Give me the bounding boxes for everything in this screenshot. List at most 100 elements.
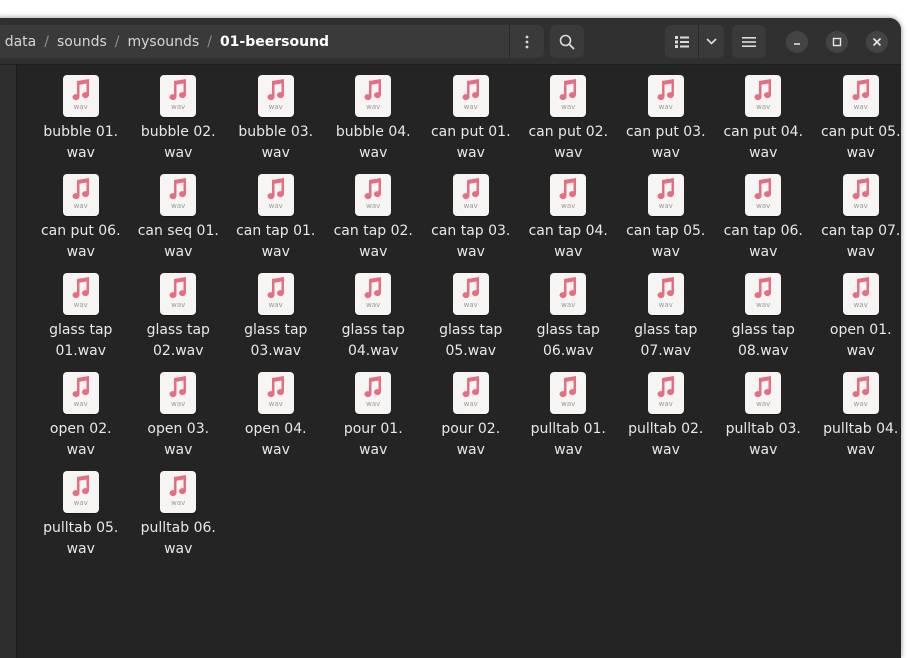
maximize-button[interactable]	[826, 31, 848, 53]
file-item[interactable]: wav bubble 02. wav	[130, 75, 228, 174]
file-name: can put 02. wav	[528, 124, 609, 161]
minimize-icon	[794, 43, 800, 45]
breadcrumb: / data / sounds / mysounds / 01-beersoun…	[0, 25, 544, 58]
list-view-button[interactable]	[665, 25, 698, 58]
close-button[interactable]	[866, 31, 888, 53]
audio-file-icon: wav	[160, 273, 197, 315]
file-item[interactable]: wav glass tap 05.wav	[422, 273, 520, 372]
breadcrumb-item-data[interactable]: data	[5, 34, 37, 50]
file-item[interactable]: wav bubble 01. wav	[32, 75, 130, 174]
file-name: pulltab 04. wav	[823, 421, 899, 458]
file-item[interactable]: wav bubble 04. wav	[325, 75, 423, 174]
file-item[interactable]: wav can put 04. wav	[715, 75, 813, 174]
header-bar: / data / sounds / mysounds / 01-beersoun…	[0, 18, 901, 65]
audio-file-icon: wav	[62, 75, 99, 117]
file-name: bubble 04. wav	[335, 124, 411, 161]
file-item[interactable]: wav pour 02. wav	[422, 372, 520, 471]
music-note-icon	[559, 178, 577, 200]
search-button[interactable]	[550, 25, 584, 58]
file-view: wav bubble 01. wav wav bubble 02. wav wa…	[17, 65, 901, 658]
file-name: pulltab 06. wav	[140, 520, 216, 557]
file-type-label: wav	[463, 301, 478, 309]
audio-file-icon: wav	[550, 273, 587, 315]
audio-file-icon: wav	[550, 372, 587, 414]
file-item[interactable]: wav can put 06. wav	[32, 174, 130, 273]
file-item[interactable]: wav open 02. wav	[32, 372, 130, 471]
search-icon	[559, 34, 575, 49]
file-type-label: wav	[463, 400, 478, 408]
file-name: pulltab 03. wav	[725, 421, 801, 458]
view-options-dropdown[interactable]	[698, 25, 724, 58]
file-item[interactable]: wav can tap 02. wav	[325, 174, 423, 273]
file-type-label: wav	[171, 400, 186, 408]
file-item[interactable]: wav pulltab 05. wav	[32, 471, 130, 570]
music-note-icon	[169, 376, 187, 398]
audio-file-icon: wav	[842, 75, 879, 117]
file-item[interactable]: wav can put 01. wav	[422, 75, 520, 174]
file-name: bubble 01. wav	[43, 124, 119, 161]
file-type-label: wav	[171, 103, 186, 111]
file-type-label: wav	[463, 103, 478, 111]
file-item[interactable]: wav can tap 01. wav	[227, 174, 325, 273]
breadcrumb-item-current[interactable]: 01-beersound	[220, 34, 329, 50]
music-note-icon	[559, 277, 577, 299]
file-item[interactable]: wav bubble 03. wav	[227, 75, 325, 174]
file-name: bubble 02. wav	[140, 124, 216, 161]
audio-file-icon: wav	[257, 75, 294, 117]
file-item[interactable]: wav open 03. wav	[130, 372, 228, 471]
file-item[interactable]: wav can tap 04. wav	[520, 174, 618, 273]
audio-file-icon: wav	[452, 372, 489, 414]
file-item[interactable]: wav glass tap 04.wav	[325, 273, 423, 372]
file-type-label: wav	[171, 301, 186, 309]
file-item[interactable]: wav can put 03. wav	[617, 75, 715, 174]
file-item[interactable]: wav glass tap 06.wav	[520, 273, 618, 372]
file-type-label: wav	[853, 301, 868, 309]
file-item[interactable]: wav open 01. wav	[812, 273, 901, 372]
file-name: pour 02. wav	[441, 421, 501, 458]
minimize-button[interactable]	[786, 31, 808, 53]
file-name: open 04. wav	[244, 421, 307, 458]
file-name: can tap 05. wav	[626, 223, 706, 260]
music-note-icon	[657, 277, 674, 299]
path-menu-button[interactable]	[509, 25, 544, 58]
file-item[interactable]: wav pulltab 04. wav	[812, 372, 901, 471]
file-name: can put 03. wav	[625, 124, 706, 161]
main-menu-button[interactable]	[732, 25, 766, 58]
audio-file-icon: wav	[62, 471, 99, 513]
file-item[interactable]: wav glass tap 01.wav	[32, 273, 130, 372]
file-type-label: wav	[73, 103, 88, 111]
file-type-label: wav	[853, 202, 868, 210]
file-name: open 02. wav	[49, 421, 112, 458]
music-note-icon	[852, 277, 869, 299]
file-item[interactable]: wav glass tap 07.wav	[617, 273, 715, 372]
file-item[interactable]: wav glass tap 08.wav	[715, 273, 813, 372]
file-item[interactable]: wav can tap 06. wav	[715, 174, 813, 273]
music-note-icon	[364, 376, 382, 398]
music-note-icon	[267, 277, 284, 299]
file-item[interactable]: wav can tap 03. wav	[422, 174, 520, 273]
file-item[interactable]: wav can put 05. wav	[812, 75, 901, 174]
file-item[interactable]: wav pulltab 06. wav	[130, 471, 228, 570]
file-name: pour 01. wav	[343, 421, 403, 458]
file-item[interactable]: wav open 04. wav	[227, 372, 325, 471]
file-item[interactable]: wav pulltab 02. wav	[617, 372, 715, 471]
file-type-label: wav	[268, 400, 283, 408]
breadcrumb-item-sounds[interactable]: sounds	[57, 34, 107, 50]
file-item[interactable]: wav pulltab 03. wav	[715, 372, 813, 471]
file-item[interactable]: wav glass tap 02.wav	[130, 273, 228, 372]
audio-file-icon: wav	[745, 273, 782, 315]
file-item[interactable]: wav pour 01. wav	[325, 372, 423, 471]
file-item[interactable]: wav can tap 05. wav	[617, 174, 715, 273]
file-item[interactable]: wav glass tap 03.wav	[227, 273, 325, 372]
file-name: bubble 03. wav	[238, 124, 314, 161]
file-type-label: wav	[366, 103, 381, 111]
breadcrumb-item-mysounds[interactable]: mysounds	[128, 34, 200, 50]
music-note-icon	[169, 79, 187, 101]
hamburger-icon	[742, 36, 756, 47]
music-note-icon	[462, 277, 479, 299]
file-item[interactable]: wav can put 02. wav	[520, 75, 618, 174]
music-note-icon	[72, 277, 89, 299]
file-item[interactable]: wav can tap 07. wav	[812, 174, 901, 273]
file-item[interactable]: wav can seq 01. wav	[130, 174, 228, 273]
file-item[interactable]: wav pulltab 01. wav	[520, 372, 618, 471]
